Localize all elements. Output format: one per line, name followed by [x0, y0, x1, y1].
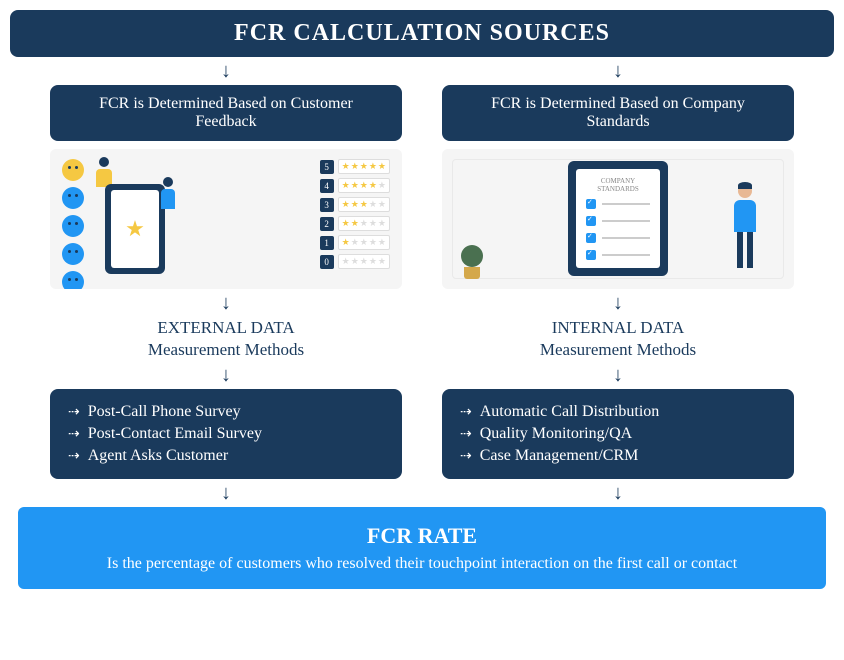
internal-data-heading: INTERNAL DATAMeasurement Methods: [540, 317, 696, 361]
arrow-down-icon: ↓: [221, 361, 231, 389]
external-data-heading: EXTERNAL DATAMeasurement Methods: [148, 317, 304, 361]
arrow-down-icon: ↓: [613, 57, 623, 85]
fcr-rate-footer: FCR RATE Is the percentage of customers …: [18, 507, 826, 589]
list-item: Post-Call Phone Survey: [68, 401, 384, 423]
company-standards-illustration: COMPANY STANDARDS: [442, 149, 794, 289]
person-icon: [726, 184, 764, 274]
internal-methods-box: Automatic Call Distribution Quality Moni…: [442, 389, 794, 479]
external-methods-box: Post-Call Phone Survey Post-Contact Emai…: [50, 389, 402, 479]
star-ratings-icon: 5★★★★★ 4★★★★★ 3★★★★★ 2★★★★★ 1★★★★★ 0★★★★…: [320, 159, 390, 269]
footer-text: Is the percentage of customers who resol…: [78, 555, 766, 573]
list-item: Automatic Call Distribution: [460, 401, 776, 423]
customer-feedback-illustration: ★ 5★★★★★ 4★★★★★ 3★★★★★ 2★★★★★ 1★★★★★ 0★★…: [50, 149, 402, 289]
list-item: Post-Contact Email Survey: [68, 423, 384, 445]
list-item: Case Management/CRM: [460, 445, 776, 467]
arrow-down-icon: ↓: [221, 57, 231, 85]
arrow-down-icon: ↓: [613, 289, 623, 317]
arrow-down-icon: ↓: [613, 479, 623, 507]
title-header: FCR CALCULATION SOURCES: [10, 10, 834, 57]
clipboard-icon: COMPANY STANDARDS: [568, 161, 668, 276]
left-column: ↓ FCR is Determined Based on Customer Fe…: [50, 57, 402, 507]
right-column: ↓ FCR is Determined Based on Company Sta…: [442, 57, 794, 507]
arrow-down-icon: ↓: [221, 289, 231, 317]
list-item: Quality Monitoring/QA: [460, 423, 776, 445]
person-icon: [155, 177, 181, 227]
list-item: Agent Asks Customer: [68, 445, 384, 467]
arrow-down-icon: ↓: [613, 361, 623, 389]
plant-icon: [460, 245, 484, 281]
left-source-box: FCR is Determined Based on Customer Feed…: [50, 85, 402, 141]
right-source-box: FCR is Determined Based on Company Stand…: [442, 85, 794, 141]
emoji-faces-icon: [62, 159, 84, 289]
arrow-down-icon: ↓: [221, 479, 231, 507]
footer-title: FCR RATE: [78, 523, 766, 549]
